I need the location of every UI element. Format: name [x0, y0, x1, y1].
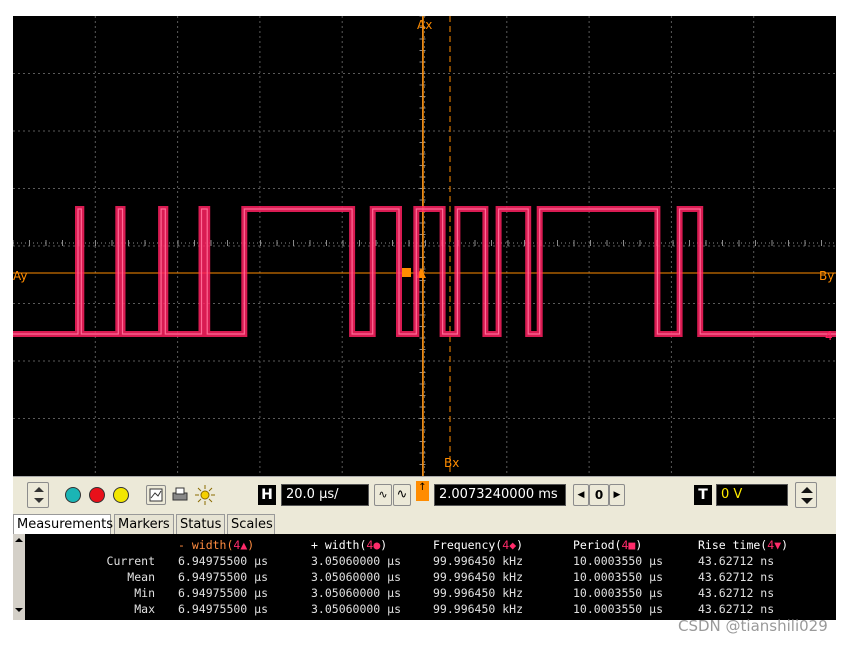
print-icon[interactable] — [170, 485, 190, 505]
by-marker-label: By — [819, 269, 835, 283]
measurement-value: 43.62712 ns — [698, 570, 775, 584]
display-icon[interactable] — [146, 485, 166, 505]
header-close: ) — [380, 538, 388, 552]
stepper-up-icon[interactable] — [34, 487, 44, 492]
header-close: ) — [247, 538, 255, 552]
horizontal-label: H — [258, 485, 276, 505]
measurement-value: 6.94975500 µs — [178, 586, 269, 600]
measurement-value: 6.94975500 µs — [178, 554, 269, 568]
header-text: Rise time( — [698, 538, 768, 552]
measurement-value: 3.05060000 µs — [311, 602, 402, 616]
measurement-value: 10.0003550 µs — [573, 602, 664, 616]
measurement-header[interactable]: Frequency(4◆) — [433, 538, 523, 552]
channel-4-label: 4 — [825, 329, 833, 343]
measurement-header[interactable]: Rise time(4▼) — [698, 538, 788, 552]
measurement-value: 3.05060000 µs — [311, 586, 402, 600]
row-label: Current — [106, 554, 155, 568]
ax-marker-label: Ax — [417, 18, 433, 32]
tab-measurements[interactable]: Measurements — [13, 514, 113, 534]
measurement-value: 6.94975500 µs — [178, 602, 269, 616]
header-text: Period( — [573, 538, 622, 552]
delay-marker-icon: ↑ — [416, 481, 429, 501]
nav-right-icon[interactable]: ▶ — [609, 484, 625, 506]
header-close: ) — [635, 538, 643, 552]
timebase-field[interactable]: 20.0 µs/ — [281, 484, 369, 506]
trigger-level-stepper[interactable] — [795, 482, 817, 508]
bottom-tab-bar: Measurements Markers Status Scales — [13, 512, 836, 534]
measurements-panel: - width(4▲) + width(4●) Frequency(4◆) Perio… — [13, 534, 836, 620]
measurement-value: 99.996450 kHz — [433, 570, 524, 584]
trigger-label-text: T — [698, 487, 708, 503]
row-label: Min — [134, 586, 155, 600]
measurement-value: 10.0003550 µs — [573, 554, 664, 568]
measurement-header[interactable]: Period(4■) — [573, 538, 642, 552]
header-close: ) — [781, 538, 789, 552]
trigger-down-icon[interactable] — [801, 498, 813, 504]
measurement-value: 10.0003550 µs — [573, 586, 664, 600]
graticule — [13, 16, 836, 476]
measurement-value: 99.996450 kHz — [433, 602, 524, 616]
measurement-value: 99.996450 kHz — [433, 586, 524, 600]
nav-left-icon[interactable]: ◀ — [573, 484, 589, 506]
measurement-header[interactable]: + width(4●) — [311, 538, 387, 552]
channel-yellow-button[interactable] — [113, 487, 129, 503]
measurement-value: 3.05060000 µs — [311, 570, 402, 584]
ay-marker-label: Ay — [13, 269, 28, 283]
measurement-value: 6.94975500 µs — [178, 570, 269, 584]
header-text: - width( — [178, 538, 234, 552]
stepper-down-icon[interactable] — [34, 498, 44, 503]
measurement-value: 43.62712 ns — [698, 554, 775, 568]
scroll-down-icon[interactable] — [15, 608, 23, 612]
horizontal-label-text: H — [261, 487, 273, 503]
channel-red-button[interactable] — [89, 487, 105, 503]
nav-value[interactable]: 0 — [589, 484, 609, 506]
cursor-square-marker — [402, 268, 411, 277]
control-toolbar: H 20.0 µs/ ∿ ∿ ↑ 2.0073240000 ms ◀ 0 ▶ T… — [13, 476, 836, 513]
measurement-value: 43.62712 ns — [698, 602, 775, 616]
header-text: + width( — [311, 538, 367, 552]
measurement-value: 3.05060000 µs — [311, 554, 402, 568]
measurements-scrollbar[interactable] — [13, 534, 25, 620]
measurement-value: 99.996450 kHz — [433, 554, 524, 568]
waveform-display[interactable]: Ax Bx Ay By 4 — [13, 16, 836, 476]
timebase-fine-icon[interactable]: ∿ — [374, 484, 392, 506]
delay-field[interactable]: 2.0073240000 ms — [434, 484, 566, 506]
measurement-value: 43.62712 ns — [698, 586, 775, 600]
header-close: ) — [516, 538, 524, 552]
tab-markers[interactable]: Markers — [114, 514, 174, 534]
row-label: Mean — [127, 570, 155, 584]
trigger-up-icon[interactable] — [801, 487, 813, 493]
bx-marker-label: Bx — [444, 456, 460, 470]
watermark: CSDN @tianshili029 — [678, 617, 828, 635]
channel-cyan-button[interactable] — [65, 487, 81, 503]
trigger-level-field[interactable]: 0 V — [716, 484, 788, 506]
tab-status[interactable]: Status — [176, 514, 225, 534]
brightness-icon[interactable] — [194, 484, 216, 506]
measurement-value: 10.0003550 µs — [573, 570, 664, 584]
trigger-label: T — [694, 485, 712, 505]
header-text: Frequency( — [433, 538, 503, 552]
measurement-header[interactable]: - width(4▲) — [178, 538, 254, 552]
tab-scales[interactable]: Scales — [227, 514, 275, 534]
row-label: Max — [134, 602, 155, 616]
timebase-coarse-icon[interactable]: ∿ — [393, 484, 411, 506]
left-stepper[interactable] — [27, 482, 49, 508]
scroll-up-icon[interactable] — [15, 538, 23, 542]
